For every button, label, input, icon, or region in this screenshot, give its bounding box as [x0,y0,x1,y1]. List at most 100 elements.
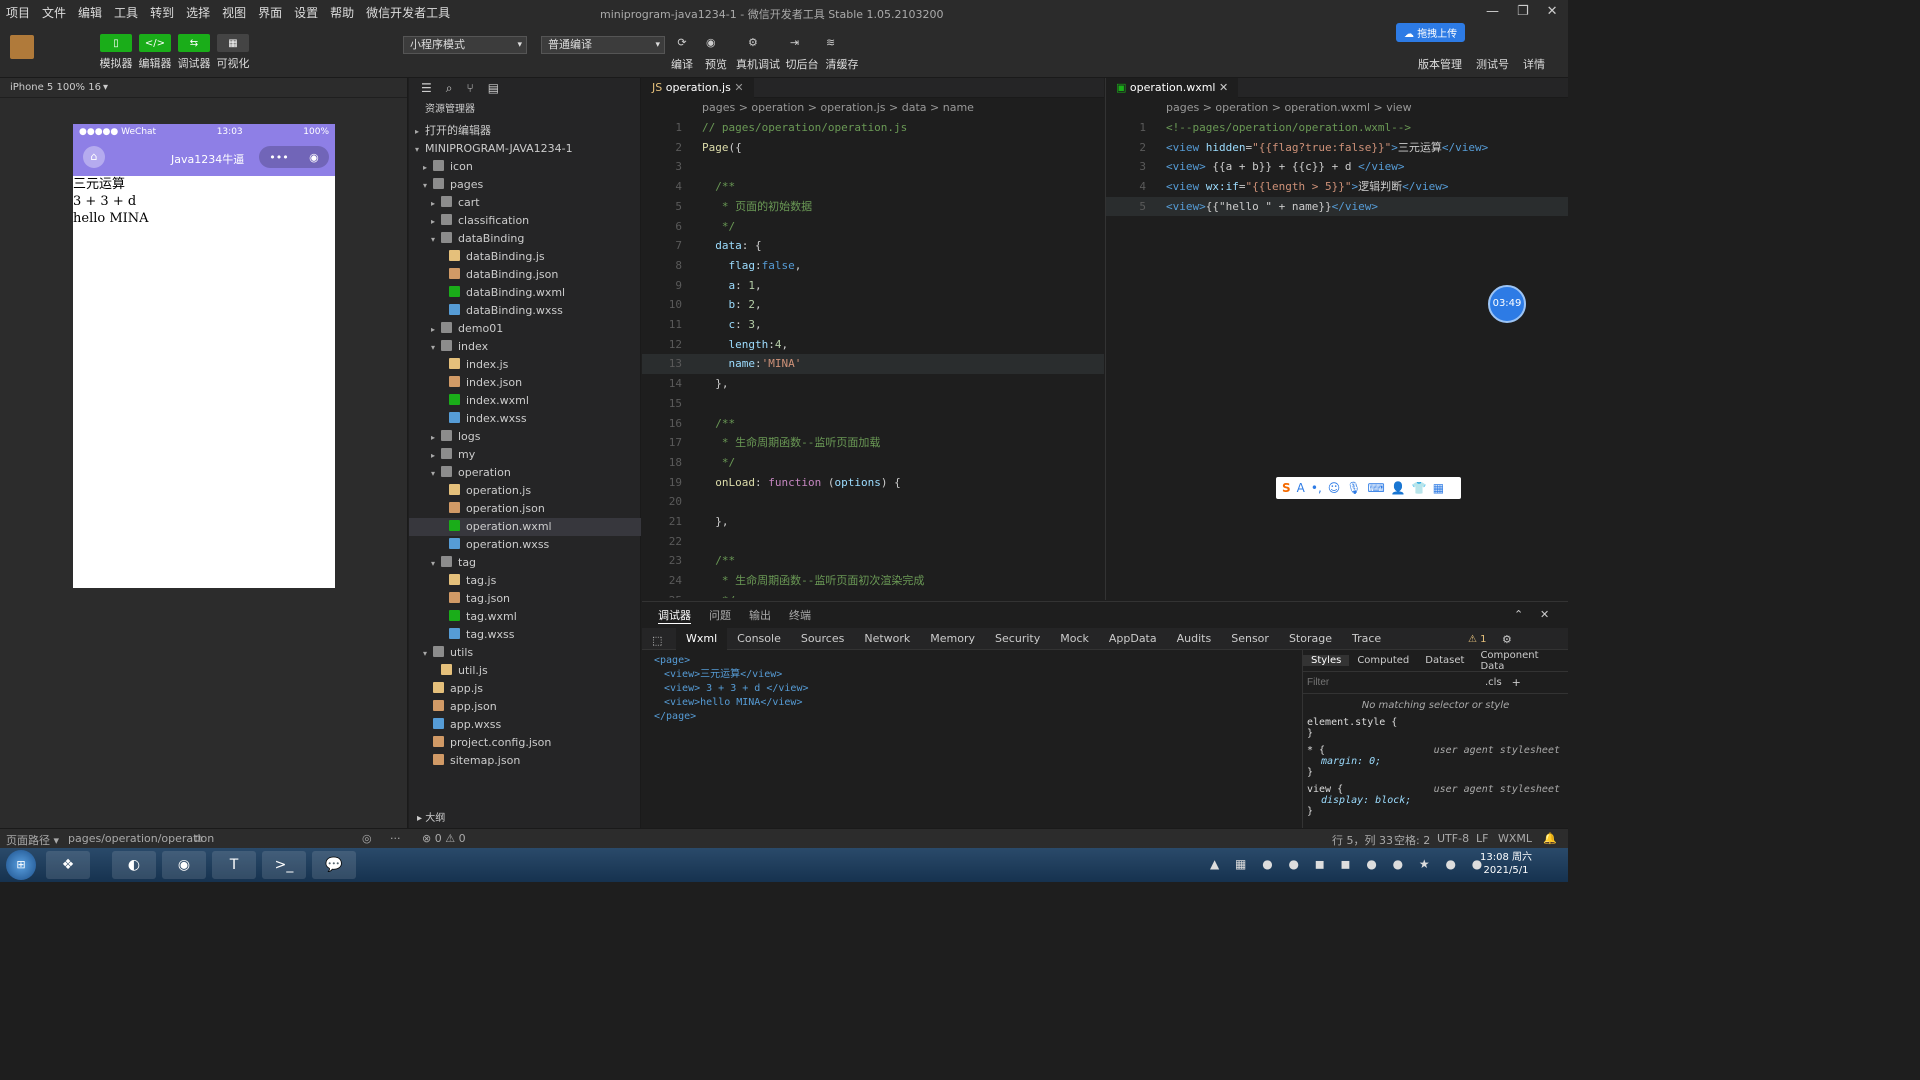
style-tab[interactable]: Computed [1349,655,1417,666]
warning-badge[interactable]: ⚠ 1 [1468,634,1487,645]
wxml-node[interactable]: <page> [654,654,809,668]
avatar[interactable] [10,35,34,59]
filter-input[interactable] [1307,677,1477,688]
tree-item[interactable]: app.json [409,698,641,716]
debug-tab[interactable]: 终端 [789,607,811,623]
more-icon[interactable]: ··· [390,832,401,845]
ime-toolbar[interactable]: S A •, ☺ 🎙 ⌨ 👤 👕 ▦ [1276,477,1461,499]
copy-icon[interactable]: ⧉ [194,832,202,846]
menu-item[interactable]: 帮助 [324,0,360,26]
switch-icon[interactable]: ⇥ [790,36,799,49]
devtools-tab[interactable]: Storage [1279,628,1342,650]
tree-item[interactable]: ▸ logs [409,428,641,446]
tree-item[interactable]: index.wxss [409,410,641,428]
collapse-icon[interactable]: ⌃ [1514,608,1523,621]
menu-item[interactable]: 工具 [108,0,144,26]
inspect-icon[interactable]: ⬚ [652,634,662,647]
clock[interactable]: 13:08 周六 2021/5/1 [1480,851,1532,877]
text-editor-icon[interactable]: T [212,851,256,879]
search-icon[interactable]: ⌕ [446,81,453,96]
style-tab[interactable]: Dataset [1417,655,1472,666]
bug-icon[interactable]: ⚙ [748,36,758,49]
mode-select[interactable]: 小程序模式 [403,36,527,54]
close-icon[interactable]: ✕ [1547,4,1558,19]
preview-button[interactable]: 预览 [699,56,733,72]
cls-toggle[interactable]: .cls [1485,677,1502,688]
wxml-node[interactable]: </page> [654,710,809,724]
tree-item[interactable]: dataBinding.json [409,266,641,284]
tree-item[interactable]: ▸ cart [409,194,641,212]
remote-debug-button[interactable]: 真机调试 [733,56,783,72]
tree-item[interactable]: sitemap.json [409,752,641,770]
refresh-icon[interactable]: ⟳ [670,36,694,49]
devtools-tab[interactable]: Sources [791,628,855,650]
debugger-button[interactable]: ⇆ 调试器 [177,34,211,71]
list-icon[interactable]: ☰ [421,81,432,95]
test-account-button[interactable]: 测试号 [1476,56,1509,72]
restore-icon[interactable]: ❐ [1517,4,1529,19]
wxml-node[interactable]: <view> 3 + 3 + d </view> [654,682,809,696]
code-area[interactable]: 1 <!--pages/operation/operation.wxml--> 2 <… [1106,118,1568,598]
version-button[interactable]: 版本管理 [1418,56,1462,72]
devtools-tab[interactable]: Console [727,628,791,650]
close-icon[interactable]: ✕ [1219,81,1228,94]
compile-select[interactable]: 普通编译 [541,36,665,54]
tree-item[interactable]: ▸ demo01 [409,320,641,338]
extension-icon[interactable]: ▤ [488,81,499,95]
style-tab[interactable]: Component Data [1472,650,1568,672]
menu-item[interactable]: 编辑 [72,0,108,26]
home-icon[interactable]: ⌂ [83,146,105,168]
menu-item[interactable]: 选择 [180,0,216,26]
tree-item[interactable]: dataBinding.js [409,248,641,266]
minimize-icon[interactable]: — [1486,4,1499,19]
tab-operation-js[interactable]: JS operation.js ✕ [642,77,754,98]
tree-item[interactable]: ▸ classification [409,212,641,230]
timer-badge[interactable]: 03:49 [1488,285,1526,323]
code-area[interactable]: 1// pages/operation/operation.js 2 Page({3… [642,118,1104,598]
tree-item[interactable]: index.json [409,374,641,392]
tree-item[interactable]: ▸ icon [409,158,641,176]
debug-tab[interactable]: 输出 [749,607,771,623]
tree-item[interactable]: operation.js [409,482,641,500]
tree-item[interactable]: index.wxml [409,392,641,410]
devtools-tab[interactable]: Security [985,628,1050,650]
browser-icon[interactable]: ◐ [112,851,156,879]
debug-tab[interactable]: 调试器 [658,607,691,624]
tree-item[interactable]: tag.wxss [409,626,641,644]
bell-icon[interactable]: 🔔 [1543,832,1557,845]
add-style-icon[interactable]: + [1512,676,1521,689]
start-icon[interactable]: ⊞ [6,850,36,880]
tree-item[interactable]: tag.wxml [409,608,641,626]
menu-item[interactable]: 设置 [288,0,324,26]
encoding[interactable]: UTF-8 [1437,832,1469,845]
menu-item[interactable]: 转到 [144,0,180,26]
simulator-button[interactable]: ▯ 模拟器 [99,34,133,71]
phone-screen[interactable]: ●●●●● WeChat 13:03 100% ⌂ Java1234牛逼 •••… [73,124,335,588]
devtools-tab[interactable]: Trace [1342,628,1391,650]
devtools-tab[interactable]: AppData [1099,628,1167,650]
capsule-button[interactable]: ••• ◉ [259,146,329,168]
clear-cache-button[interactable]: 清缓存 [821,56,863,72]
branch-icon[interactable]: ⑂ [467,81,474,95]
tree-item[interactable]: app.js [409,680,641,698]
wxml-editor[interactable]: ▣ operation.wxml ✕ pages > operation > o… [1105,77,1568,600]
debug-tab[interactable]: 问题 [709,607,731,623]
tree-item[interactable]: operation.wxss [409,536,641,554]
open-editors-section[interactable]: ▸ 打开的编辑器 [409,122,641,140]
wechat-icon[interactable]: 💬 [312,851,356,879]
page-path-label[interactable]: 页面路径 ▾ [6,832,59,848]
tree-item[interactable]: operation.json [409,500,641,518]
eol[interactable]: LF [1476,832,1488,845]
close-icon[interactable]: ✕ [734,81,743,94]
settings-icon[interactable]: ⚙ [1502,633,1512,646]
devtools-tab[interactable]: Network [854,628,920,650]
tree-item[interactable]: dataBinding.wxss [409,302,641,320]
menu-item[interactable]: 项目 [0,0,36,26]
details-button[interactable]: 详情 [1523,56,1545,72]
tree-item[interactable]: ▸ my [409,446,641,464]
tree-item[interactable]: ▾ tag [409,554,641,572]
menu-item[interactable]: 界面 [252,0,288,26]
devtools-tab[interactable]: Audits [1167,628,1222,650]
cursor-position[interactable]: 行 5，列 33 [1332,832,1393,848]
menu-item[interactable]: 文件 [36,0,72,26]
